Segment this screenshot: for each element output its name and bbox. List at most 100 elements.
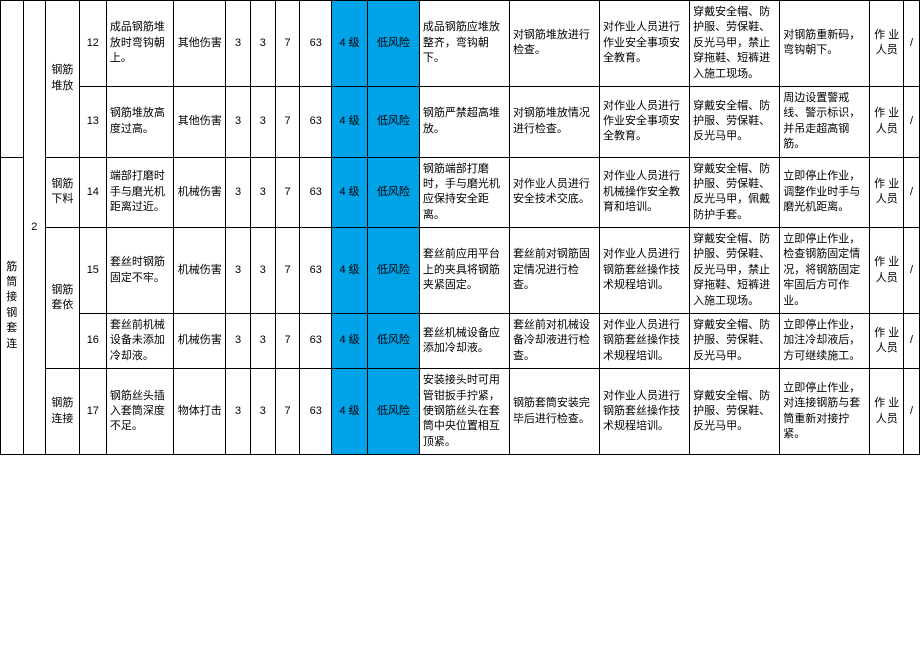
cell-harm: 其他伤害: [174, 86, 226, 157]
cell-n: 7: [275, 86, 300, 157]
cell-risk: 低风险: [368, 157, 420, 228]
cell-n: 7: [275, 1, 300, 87]
cell-measure: 穿戴安全帽、防护服、劳保鞋、反光马甲，禁止穿拖鞋、短裤进入施工现场。: [690, 1, 780, 87]
cell-measure: 穿戴安全帽、防护服、劳保鞋、反光马甲。: [690, 314, 780, 369]
table-row: 13 钢筋堆放高度过高。 其他伤害 3 3 7 63 4 级 低风险 钢筋严禁超…: [1, 86, 920, 157]
cell-n: 3: [226, 86, 251, 157]
cell-n: 3: [226, 1, 251, 87]
cell-n: 7: [275, 314, 300, 369]
cell-measure: 立即停止作业，调整作业时手与磨光机距离。: [780, 157, 870, 228]
cell-desc: 套丝时钢筋固定不牢。: [106, 228, 174, 314]
cell-desc: 端部打磨时手与磨光机距离过近。: [106, 157, 174, 228]
cell-desc: 钢筋丝头插入套筒深度不足。: [106, 369, 174, 455]
table-row: 钢筋 连接 17 钢筋丝头插入套筒深度不足。 物体打击 3 3 7 63 4 级…: [1, 369, 920, 455]
cell-n: 63: [300, 314, 332, 369]
cell-measure: 安装接头时可用管钳扳手拧紧，使钢筋丝头在套筒中央位置相互顶紧。: [419, 369, 509, 455]
cell-measure: 对钢筋堆放进行检查。: [509, 1, 599, 87]
cell-measure: 对钢筋堆放情况进行检查。: [509, 86, 599, 157]
cell-harm: 机械伤害: [174, 314, 226, 369]
cell-desc: 钢筋堆放高度过高。: [106, 86, 174, 157]
cell-risk: 低风险: [368, 314, 420, 369]
cell-role: 作 业 人员: [870, 369, 904, 455]
cell-measure: 穿戴安全帽、防护服、劳保鞋、反光马甲。: [690, 369, 780, 455]
cell-n: 3: [250, 1, 275, 87]
cell-harm: 机械伤害: [174, 157, 226, 228]
cell-desc: 成品钢筋堆放时弯钩朝上。: [106, 1, 174, 87]
cell-measure: 对钢筋重新码，弯钩朝下。: [780, 1, 870, 87]
cell-n: 63: [300, 157, 332, 228]
cell-level: 4 级: [332, 369, 368, 455]
cell-n: 3: [226, 314, 251, 369]
cell-n: 3: [226, 369, 251, 455]
cell-n: 63: [300, 369, 332, 455]
cell-n: 3: [250, 228, 275, 314]
cell-measure: 套丝前对钢筋固定情况进行检查。: [509, 228, 599, 314]
cell-level: 4 级: [332, 86, 368, 157]
cell-measure: 对作业人员进行钢筋套丝操作技术规程培训。: [600, 228, 690, 314]
cell-risk: 低风险: [368, 1, 420, 87]
cell-measure: 对作业人员进行钢筋套丝操作技术规程培训。: [600, 314, 690, 369]
cell-n: 3: [250, 86, 275, 157]
cell-blank: [1, 1, 24, 158]
cell-measure: 对作业人员进行机械操作安全教育和培训。: [600, 157, 690, 228]
cell-risk: 低风险: [368, 86, 420, 157]
cell-level: 4 级: [332, 157, 368, 228]
cell-group-id: 2: [23, 1, 46, 455]
cell-measure: 对作业人员进行安全技术交底。: [509, 157, 599, 228]
cell-role: 作 业 人员: [870, 86, 904, 157]
cell-n: 3: [226, 157, 251, 228]
risk-table: 2 钢筋 堆放 12 成品钢筋堆放时弯钩朝上。 其他伤害 3 3 7 63 4 …: [0, 0, 920, 455]
cell-level: 4 级: [332, 314, 368, 369]
table-row: 筋 筒 接 钢 套 连 钢筋 下料 14 端部打磨时手与磨光机距离过近。 机械伤…: [1, 157, 920, 228]
cell-role: 作 业 人员: [870, 1, 904, 87]
cell-n: 7: [275, 228, 300, 314]
cell-risk: 低风险: [368, 369, 420, 455]
cell-subgroup: 钢筋 堆放: [46, 1, 80, 158]
cell-role: 作 业 人员: [870, 228, 904, 314]
cell-role: 作 业 人员: [870, 314, 904, 369]
cell-measure: 立即停止作业，加注冷却液后，方可继续施工。: [780, 314, 870, 369]
cell-group-name: 筋 筒 接 钢 套 连: [1, 157, 24, 455]
cell-mark: /: [904, 1, 920, 87]
cell-idx: 14: [79, 157, 106, 228]
cell-mark: /: [904, 86, 920, 157]
cell-risk: 低风险: [368, 228, 420, 314]
cell-idx: 15: [79, 228, 106, 314]
cell-mark: /: [904, 228, 920, 314]
cell-measure: 穿戴安全帽、防护服、劳保鞋、反光马甲。: [690, 86, 780, 157]
cell-level: 4 级: [332, 1, 368, 87]
cell-harm: 其他伤害: [174, 1, 226, 87]
cell-role: 作 业 人员: [870, 157, 904, 228]
cell-harm: 机械伤害: [174, 228, 226, 314]
cell-n: 3: [250, 314, 275, 369]
cell-measure: 对作业人员进行作业安全事项安全教育。: [600, 1, 690, 87]
cell-measure: 穿戴安全帽、防护服、劳保鞋、反光马甲，禁止穿拖鞋、短裤进入施工现场。: [690, 228, 780, 314]
cell-n: 3: [250, 369, 275, 455]
table-row: 2 钢筋 堆放 12 成品钢筋堆放时弯钩朝上。 其他伤害 3 3 7 63 4 …: [1, 1, 920, 87]
cell-measure: 穿戴安全帽、防护服、劳保鞋、反光马甲，佩戴防护手套。: [690, 157, 780, 228]
cell-measure: 对作业人员进行钢筋套丝操作技术规程培训。: [600, 369, 690, 455]
table-row: 16 套丝前机械设备未添加冷却液。 机械伤害 3 3 7 63 4 级 低风险 …: [1, 314, 920, 369]
cell-measure: 成品钢筋应堆放整齐，弯钩朝下。: [419, 1, 509, 87]
cell-measure: 立即停止作业，对连接钢筋与套筒重新对接拧紧。: [780, 369, 870, 455]
cell-mark: /: [904, 369, 920, 455]
cell-harm: 物体打击: [174, 369, 226, 455]
cell-measure: 套丝前对机械设备冷却液进行检查。: [509, 314, 599, 369]
cell-measure: 套丝机械设备应添加冷却液。: [419, 314, 509, 369]
cell-desc: 套丝前机械设备未添加冷却液。: [106, 314, 174, 369]
cell-n: 3: [250, 157, 275, 228]
cell-mark: /: [904, 314, 920, 369]
cell-n: 63: [300, 1, 332, 87]
cell-level: 4 级: [332, 228, 368, 314]
cell-measure: 立即停止作业，检查钢筋固定情况，将钢筋固定牢固后方可作业。: [780, 228, 870, 314]
cell-idx: 17: [79, 369, 106, 455]
cell-idx: 12: [79, 1, 106, 87]
cell-n: 7: [275, 369, 300, 455]
cell-n: 3: [226, 228, 251, 314]
cell-n: 63: [300, 228, 332, 314]
cell-mark: /: [904, 157, 920, 228]
cell-idx: 13: [79, 86, 106, 157]
cell-measure: 对作业人员进行作业安全事项安全教育。: [600, 86, 690, 157]
cell-measure: 套丝前应用平台上的夹具将钢筋夹紧固定。: [419, 228, 509, 314]
cell-idx: 16: [79, 314, 106, 369]
